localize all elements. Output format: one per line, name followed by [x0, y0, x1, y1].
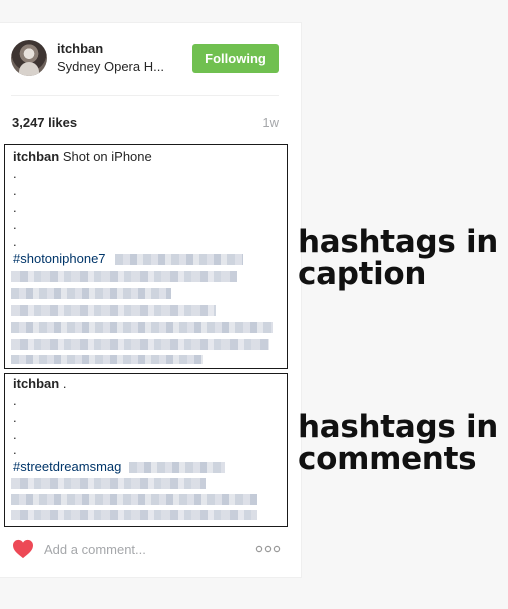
blurred-hashtags — [11, 339, 269, 350]
blurred-hashtags — [11, 494, 257, 505]
caption-hashtag[interactable]: #shotoniphone7 — [13, 251, 106, 267]
comment-dot: . — [13, 442, 17, 457]
blurred-hashtags — [11, 322, 273, 333]
comment-line: itchban . — [13, 376, 66, 392]
screenshot-stage: itchban Sydney Opera H... Following 3,24… — [0, 0, 508, 609]
heart-icon[interactable] — [12, 539, 34, 559]
post-header: itchban Sydney Opera H... Following — [0, 23, 300, 95]
avatar[interactable] — [11, 40, 47, 76]
caption-dot: . — [13, 217, 17, 232]
blurred-hashtags — [11, 271, 237, 282]
post-card: itchban Sydney Opera H... Following 3,24… — [0, 22, 302, 578]
annotation-line: caption — [298, 256, 427, 292]
caption-text: Shot on iPhone — [59, 149, 152, 164]
post-time[interactable]: 1w — [262, 115, 279, 130]
comment-author[interactable]: itchban — [13, 376, 59, 391]
blurred-hashtags — [11, 288, 171, 299]
comment-dot: . — [13, 427, 17, 442]
blurred-hashtags — [11, 478, 206, 489]
caption-dot: . — [13, 234, 17, 249]
blurred-hashtags — [115, 254, 243, 265]
comment-hashtag[interactable]: #streetdreamsmag — [13, 459, 121, 475]
annotation-line: hashtags in — [298, 224, 499, 260]
blurred-hashtags — [11, 510, 257, 520]
caption-dot: . — [13, 166, 17, 181]
header-divider — [11, 95, 279, 96]
comment-dot: . — [13, 410, 17, 425]
comments-annotation: hashtags in comments — [298, 411, 498, 475]
blurred-hashtags — [129, 462, 225, 473]
blurred-hashtags — [11, 305, 216, 316]
caption-dot: . — [13, 183, 17, 198]
post-actions — [0, 536, 300, 566]
annotation-line: comments — [298, 441, 477, 477]
more-options-icon[interactable] — [255, 545, 281, 553]
comment-text: . — [59, 376, 67, 391]
comments-highlight-box: itchban . . . . . #streetdreamsmag — [4, 373, 288, 527]
caption-highlight-box: itchban Shot on iPhone . . . . . #shoton… — [4, 144, 288, 369]
likes-count[interactable]: 3,247 likes — [12, 115, 77, 130]
caption-author[interactable]: itchban — [13, 149, 59, 164]
blurred-hashtags — [11, 355, 203, 364]
add-comment-input[interactable] — [44, 538, 244, 560]
post-location[interactable]: Sydney Opera H... — [57, 59, 164, 74]
caption-annotation: hashtags in caption — [298, 226, 498, 290]
avatar-figure — [19, 62, 39, 76]
annotation-line: hashtags in — [298, 409, 499, 445]
comment-dot: . — [13, 393, 17, 408]
post-username[interactable]: itchban — [57, 41, 103, 56]
caption-line: itchban Shot on iPhone — [13, 149, 152, 165]
following-button[interactable]: Following — [192, 44, 279, 73]
caption-dot: . — [13, 200, 17, 215]
